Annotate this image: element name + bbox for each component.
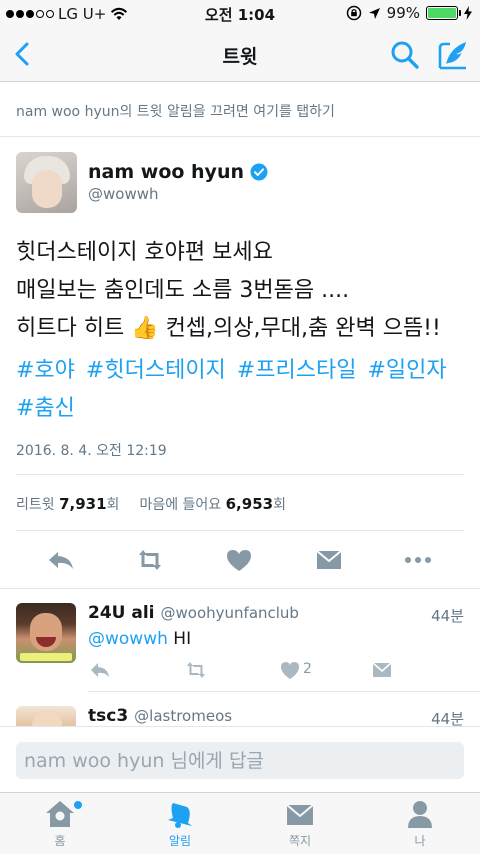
- hashtag-link[interactable]: #일인자: [367, 358, 446, 383]
- retweet-unit: 회: [106, 497, 120, 513]
- verified-badge-icon: [250, 163, 268, 181]
- mention-link[interactable]: @wowwh: [88, 629, 168, 649]
- author-handle: @wowwh: [88, 185, 159, 203]
- tab-me[interactable]: 나: [360, 799, 480, 853]
- tab-label: 쪽지: [288, 834, 312, 848]
- tweet-actions: [0, 540, 480, 580]
- tweet-timestamp: 2016. 8. 4. 오전 12:19: [16, 443, 167, 459]
- tab-messages[interactable]: 쪽지: [240, 799, 360, 853]
- hashtag-list: #호야 #힛더스테이지 #프리스타일 #일인자 #춤신: [16, 352, 466, 428]
- reply-author: 24U ali @woohyunfanclub: [88, 603, 299, 623]
- location-arrow-icon: [368, 7, 380, 19]
- tab-home[interactable]: 홈: [0, 799, 120, 853]
- status-right-group: 99%: [346, 4, 472, 22]
- carrier-label: LG U+: [58, 5, 107, 23]
- reply-author-name: 24U ali: [88, 603, 155, 623]
- reply-text: @wowwh HI: [88, 629, 191, 649]
- hashtag-link[interactable]: #프리스타일: [237, 358, 357, 383]
- reply-input[interactable]: [16, 742, 464, 779]
- rotation-lock-icon: [346, 5, 361, 21]
- person-icon: [408, 801, 432, 828]
- reply-author: tsc3 @lastromeos: [88, 706, 232, 726]
- tab-label: 알림: [168, 834, 192, 848]
- author-name-row: nam woo hyun: [88, 161, 268, 183]
- retweet-count: 7,931: [59, 495, 107, 513]
- hashtag-link[interactable]: #춤신: [16, 396, 75, 421]
- wifi-icon: [111, 7, 128, 20]
- reply-time: 44분: [431, 710, 464, 726]
- reply-icon[interactable]: [44, 546, 78, 574]
- divider: [16, 474, 464, 475]
- author-name: nam woo hyun: [88, 161, 244, 183]
- reply-avatar[interactable]: [16, 603, 76, 663]
- heart-icon[interactable]: [278, 659, 302, 681]
- like-label: 마음에 들어요: [139, 497, 222, 513]
- charging-bolt-icon: [464, 6, 472, 20]
- reply-item[interactable]: 24U ali @woohyunfanclub 44분 @wowwh HI 2: [0, 603, 480, 683]
- retweet-icon[interactable]: [184, 659, 208, 681]
- like-count: 6,953: [225, 495, 274, 513]
- direct-message-icon[interactable]: [370, 659, 394, 681]
- bell-icon: [168, 803, 192, 828]
- direct-message-icon[interactable]: [312, 546, 346, 574]
- tab-notifications[interactable]: 알림: [120, 799, 240, 853]
- reply-like-count: 2: [303, 661, 312, 677]
- reply-icon[interactable]: [88, 659, 112, 681]
- tweet-line: 히트다 히트 👍 컨셉,의상,무대,춤 완벽 으뜸!!: [16, 316, 441, 341]
- more-options-icon[interactable]: [401, 546, 435, 574]
- like-unit: 회: [273, 497, 286, 513]
- tweet-line: 매일보는 춤인데도 소름 3번돋음 ....: [16, 278, 350, 303]
- battery-icon: [426, 6, 461, 20]
- search-icon[interactable]: [388, 38, 422, 72]
- reply-time: 44분: [431, 607, 464, 625]
- reply-author-name: tsc3: [88, 706, 129, 726]
- signal-dots-icon: [6, 10, 54, 18]
- nav-bar: 트윗: [0, 28, 480, 82]
- home-icon: [46, 801, 74, 827]
- retweet-icon[interactable]: [133, 546, 167, 574]
- retweet-label: 리트윗: [16, 497, 55, 513]
- reply-avatar[interactable]: [16, 706, 76, 726]
- tab-bar: 홈 알림 쪽지 나: [0, 792, 480, 854]
- tweet-line: 힛더스테이지 호야편 보세요: [16, 240, 273, 265]
- new-content-dot: [74, 801, 82, 809]
- divider: [88, 691, 480, 692]
- like-count-group[interactable]: 마음에 들어요 6,953회: [139, 494, 286, 514]
- battery-percent: 99%: [386, 4, 420, 22]
- reply-author-handle: @lastromeos: [134, 707, 233, 725]
- engagement-counts: 리트윗 7,931회 마음에 들어요 6,953회: [16, 494, 286, 514]
- author-avatar[interactable]: [16, 152, 77, 213]
- reply-body: HI: [173, 629, 192, 649]
- envelope-icon: [286, 804, 314, 825]
- reply-author-handle: @woohyunfanclub: [160, 604, 299, 622]
- reply-actions: 2: [88, 659, 408, 683]
- divider: [16, 530, 464, 531]
- compose-icon[interactable]: [436, 38, 470, 72]
- reply-compose-bar: [0, 726, 480, 792]
- heart-icon[interactable]: [222, 546, 256, 574]
- tab-label: 홈: [54, 834, 66, 848]
- retweet-count-group[interactable]: 리트윗 7,931회: [16, 494, 119, 514]
- carrier-group: LG U+: [6, 5, 128, 23]
- reply-item[interactable]: tsc3 @lastromeos 44분: [0, 706, 480, 726]
- hashtag-link[interactable]: #힛더스테이지: [86, 358, 226, 383]
- status-bar: LG U+ 오전 1:04 99%: [0, 0, 480, 28]
- notification-toggle-bar[interactable]: nam woo hyun의 트윗 알림을 끄려면 여기를 탭하기: [0, 83, 480, 137]
- tab-label: 나: [414, 834, 426, 848]
- hashtag-link[interactable]: #호야: [16, 358, 75, 383]
- tweet-text: 힛더스테이지 호야편 보세요 매일보는 춤인데도 소름 3번돋음 .... 히트…: [16, 234, 466, 348]
- divider: [0, 588, 480, 589]
